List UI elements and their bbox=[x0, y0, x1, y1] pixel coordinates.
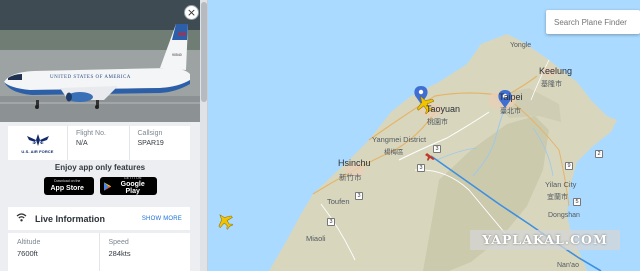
google-play-label: Google Play bbox=[120, 181, 145, 196]
flight-number-label: Flight No. bbox=[76, 130, 106, 137]
road-shield: 3 bbox=[327, 218, 335, 226]
map-label-yangmei-cn: 楊梅區 bbox=[384, 148, 404, 156]
map-label-keelung: Keelung bbox=[539, 66, 573, 76]
live-information-header: Live Information SHOW MORE bbox=[8, 207, 190, 230]
map-label-hsinchu: Hsinchu bbox=[338, 158, 371, 168]
google-play-small-text: GET IT ON bbox=[124, 175, 142, 180]
map-label-yangmei: Yangmei District bbox=[372, 135, 427, 144]
map-label-miaoli: Miaoli bbox=[306, 234, 326, 243]
google-play-icon bbox=[103, 181, 111, 191]
live-information-title: Live Information bbox=[35, 213, 106, 224]
altitude-cell: Altitude 7600ft bbox=[8, 233, 100, 271]
operator-logo: U.S. AIR FORCE bbox=[8, 126, 68, 160]
app-store-label: App Store bbox=[50, 184, 84, 192]
tail-code: 90540 bbox=[172, 53, 182, 57]
callsign-value: SPAR19 bbox=[137, 140, 164, 147]
app-store-button[interactable]: Download on the App Store bbox=[43, 177, 94, 195]
map-label-yongle: Yongle bbox=[510, 42, 532, 49]
road-shield: 5 bbox=[573, 198, 581, 206]
road-shield: 2 bbox=[595, 150, 603, 158]
promo-title: Enjoy app only features bbox=[54, 163, 146, 172]
map-label-nanao: Nan'ao bbox=[557, 262, 579, 269]
map-label-taipei-cn: 臺北市 bbox=[500, 107, 521, 115]
flight-number-value: N/A bbox=[76, 140, 88, 147]
map-label-taoyuan: Taoyuan bbox=[426, 104, 461, 114]
callsign-cell: Callsign SPAR19 bbox=[130, 126, 191, 160]
panel-scroll-thumb[interactable] bbox=[201, 2, 207, 102]
road-shield: 3 bbox=[355, 192, 363, 200]
live-stats: Altitude 7600ft Speed 284kts bbox=[8, 233, 190, 271]
show-more-link[interactable]: SHOW MORE bbox=[142, 216, 182, 222]
map-label-yilan-cn: 宜蘭市 bbox=[547, 193, 568, 201]
map-label-toufen: Toufen bbox=[327, 197, 350, 206]
road-shield: 9 bbox=[565, 162, 573, 170]
callsign-label: Callsign bbox=[137, 130, 163, 137]
map-label-dongshan: Dongshan bbox=[548, 212, 580, 219]
map-label-taipei: Taipei bbox=[499, 92, 523, 102]
speed-label: Speed bbox=[108, 239, 129, 246]
road-shield: 3 bbox=[433, 145, 441, 153]
map-label-keelung-cn: 基隆市 bbox=[541, 80, 562, 88]
operator-logo-text: U.S. AIR FORCE bbox=[21, 149, 54, 154]
flight-number-cell: Flight No. N/A bbox=[68, 126, 130, 160]
app-store-small-text: Download on the bbox=[54, 179, 81, 184]
app-promo: Enjoy app only features Download on the … bbox=[0, 163, 200, 195]
road-shield: 3 bbox=[417, 164, 425, 172]
google-play-button[interactable]: GET IT ON Google Play bbox=[99, 175, 157, 196]
map-label-taoyuan-cn: 桃園市 bbox=[427, 118, 448, 126]
altitude-value: 7600ft bbox=[17, 249, 38, 258]
map-label-yilan: Yilan City bbox=[545, 180, 577, 189]
aircraft-identity-card: U.S. AIR FORCE Flight No. N/A Callsign S… bbox=[8, 126, 190, 160]
panel-scrollbar[interactable] bbox=[200, 0, 207, 271]
live-signal-icon bbox=[16, 212, 27, 225]
close-panel-button[interactable]: × bbox=[184, 5, 199, 20]
plane-search-input[interactable] bbox=[554, 17, 632, 27]
flight-info-panel: UNITED STATES OF AMERICA 90540 × U.S. AI… bbox=[0, 0, 208, 271]
map-label-hsinchu-cn: 新竹市 bbox=[339, 173, 362, 182]
plane-search-box[interactable] bbox=[546, 10, 640, 34]
speed-value: 284kts bbox=[108, 249, 131, 258]
air-force-wings-icon bbox=[26, 134, 49, 146]
altitude-label: Altitude bbox=[17, 239, 41, 246]
fuselage-text: UNITED STATES OF AMERICA bbox=[50, 75, 131, 80]
site-watermark: YAPLAKAL.COM bbox=[470, 230, 620, 250]
aircraft-photo: UNITED STATES OF AMERICA 90540 bbox=[0, 0, 200, 122]
speed-cell: Speed 284kts bbox=[100, 233, 191, 271]
